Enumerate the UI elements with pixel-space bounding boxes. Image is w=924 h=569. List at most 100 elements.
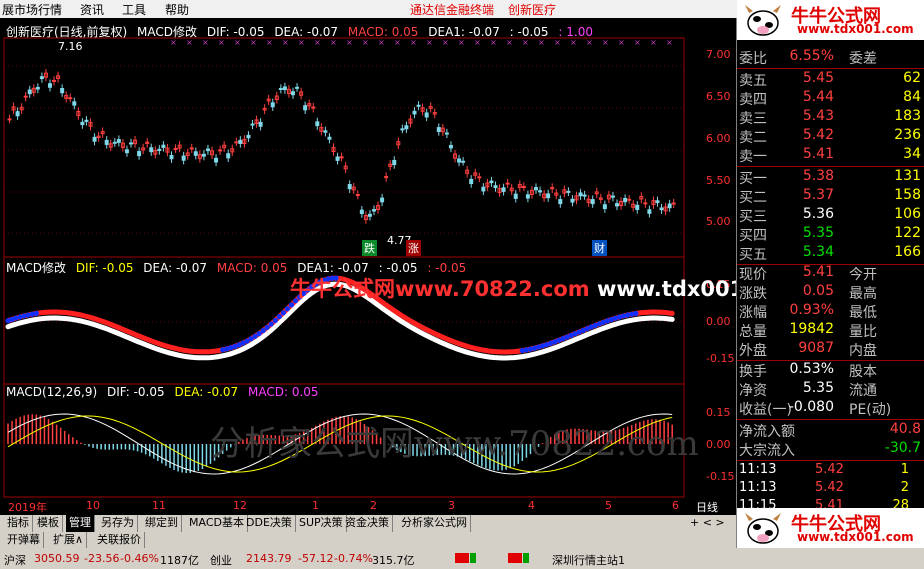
flow-label: 大宗流入 [739, 443, 795, 459]
candle-body [367, 213, 372, 217]
macd-title: MACD(12,26,9) DIF: -0.05 DEA: -0.07 MACD… [6, 385, 325, 399]
tab-related-quote[interactable]: 关联报价 [94, 532, 145, 548]
ask-volume: 183 [894, 108, 921, 124]
stat2-label-2: 流通 [849, 383, 877, 399]
stat2-row: 换手 0.53% 股本 [737, 361, 924, 380]
stat2-label: 换手 [739, 364, 767, 380]
status-green-block [470, 553, 476, 563]
macd-mod-down-seg [284, 306, 291, 312]
menu-link-terminal[interactable]: 通达信金融终端 [410, 1, 494, 18]
mm-title: MACD修改 [6, 261, 66, 275]
tick-volume: 1 [900, 462, 909, 477]
candle-body [590, 199, 595, 205]
tab-danmu[interactable]: 开弹幕 [4, 532, 44, 548]
tab-expand[interactable]: 扩展∧ [50, 532, 88, 548]
status-cy-index: 2143.79 [246, 552, 292, 565]
chart-area[interactable]: × × × × × × × × × × × × × × × × × × × × × × × × × × × × × × × × 创新医疗(日线… [0, 18, 801, 515]
candle-body [671, 202, 676, 205]
stat-label-2: 最低 [849, 305, 877, 321]
candle-body [238, 139, 243, 144]
candle-body [339, 156, 344, 159]
y-tick-mm: -0.15 [706, 352, 735, 365]
weicha-label: 委差 [849, 51, 877, 67]
menu-link-stock[interactable]: 创新医疗 [508, 1, 556, 18]
tab-indicator[interactable]: 指标 [4, 515, 33, 532]
ask-label: 卖三 [739, 111, 767, 127]
macd-mod-down-seg [276, 314, 282, 320]
candle-body [457, 158, 462, 163]
bid-row[interactable]: 买一 5.38 131 [737, 168, 924, 187]
menu-market[interactable]: 展市场行情 [2, 1, 62, 18]
signal-mark: × [618, 38, 625, 47]
bid-row[interactable]: 买二 5.37 158 [737, 187, 924, 206]
tab-formula-site[interactable]: 分析家公式网 [398, 515, 471, 532]
tab-save-as[interactable]: 另存为 [98, 515, 138, 532]
tab-nav-arrows[interactable]: + < > [690, 516, 725, 529]
ask-label: 卖一 [739, 149, 767, 165]
candle-body [610, 195, 615, 198]
candle-body [234, 141, 239, 144]
indicator-tab-bar: 指标 模板 管理 另存为 绑定到 MACD基本 DDE决策 SUP决策 资金决策… [0, 515, 736, 532]
candle-body [48, 83, 52, 88]
candle-body [35, 86, 40, 90]
candle-body [400, 128, 405, 131]
tab-dde[interactable]: DDE决策 [243, 515, 296, 532]
ask-row[interactable]: 卖四 5.44 84 [737, 89, 924, 108]
menu-tools[interactable]: 工具 [122, 1, 146, 18]
y-tick-main: 6.50 [706, 90, 731, 103]
candle-body [161, 144, 166, 148]
marker-zhang[interactable]: 涨 [406, 240, 421, 256]
bid-volume: 122 [894, 225, 921, 241]
bid-row[interactable]: 买三 5.36 106 [737, 206, 924, 225]
candle-body [392, 159, 397, 166]
separator [737, 68, 924, 69]
ask-row[interactable]: 卖二 5.42 236 [737, 127, 924, 146]
menu-help[interactable]: 帮助 [165, 1, 189, 18]
bid-price: 5.37 [802, 187, 834, 203]
tab-sup[interactable]: SUP决策 [296, 515, 347, 532]
candle-body [7, 118, 12, 121]
candle-body [80, 121, 85, 126]
bid-label: 买三 [739, 209, 767, 225]
candle-body [623, 197, 628, 203]
bid-row[interactable]: 买五 5.34 166 [737, 244, 924, 263]
candle-body [27, 89, 32, 95]
ask-row[interactable]: 卖五 5.45 62 [737, 70, 924, 89]
y-tick-macd: 0.15 [706, 406, 731, 419]
marker-die[interactable]: 跌 [362, 240, 377, 256]
candle-body [372, 209, 376, 212]
status-sh-amount: 1187亿 [160, 554, 199, 567]
period-label[interactable]: 日线 [696, 499, 718, 515]
tab-fund[interactable]: 资金决策 [342, 515, 393, 532]
main-dea: DEA: -0.07 [274, 25, 339, 39]
macd-mod-down-seg [633, 310, 639, 317]
mm-dea: DEA: -0.07 [143, 261, 208, 275]
watermark-site: 牛牛公式网www.70822.com www.tdx001.com [290, 277, 801, 301]
tab-template[interactable]: 模板 [34, 515, 63, 532]
candle-body [157, 148, 162, 151]
candle-body [667, 203, 672, 209]
candle-body [380, 197, 385, 203]
ask-row[interactable]: 卖三 5.43 183 [737, 108, 924, 127]
stat-label: 外盘 [739, 343, 767, 359]
tab-manage[interactable]: 管理 [66, 515, 95, 532]
candle-body [52, 79, 57, 82]
y-tick-main: 5.00 [706, 215, 731, 228]
bid-row[interactable]: 买四 5.35 122 [737, 225, 924, 244]
x-label: 4 [528, 499, 535, 512]
tab-macd-basic[interactable]: MACD基本 [186, 515, 248, 532]
menu-news[interactable]: 资讯 [80, 1, 104, 18]
candle-body [201, 153, 206, 157]
marker-cai[interactable]: 财 [592, 240, 607, 256]
candle-body [521, 186, 526, 189]
signal-mark: × [650, 38, 657, 47]
tab-bind-to[interactable]: 绑定到 [142, 515, 182, 532]
ask-row[interactable]: 卖一 5.41 34 [737, 146, 924, 165]
main-chart-frame [3, 37, 685, 258]
candle-body [570, 198, 575, 203]
candle-body [315, 121, 320, 127]
stat2-row: 收益(一) -0.080 PE(动) [737, 399, 924, 418]
candle-body [205, 148, 210, 152]
bid-price: 5.34 [802, 244, 834, 260]
candle-body [92, 136, 97, 142]
